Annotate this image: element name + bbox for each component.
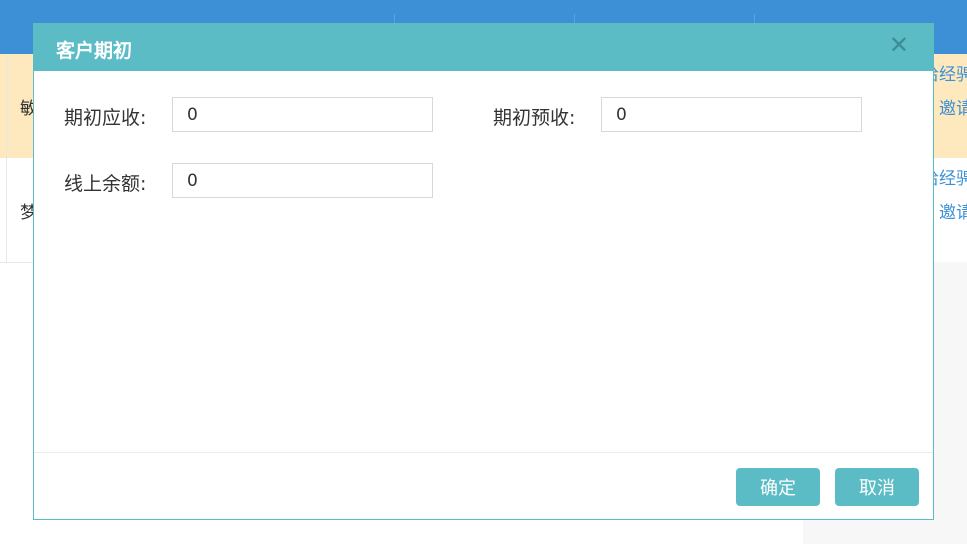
dialog-footer-divider xyxy=(34,452,933,453)
confirm-button[interactable]: 确定 xyxy=(736,468,820,506)
prepaid-label: 期初预收: xyxy=(493,107,576,129)
online-balance-input[interactable] xyxy=(172,163,433,198)
dialog-title: 客户期初 xyxy=(56,40,133,62)
customer-opening-dialog: 客户期初 ✕ 期初应收: 期初预收: 线上余额: 确定 取消 xyxy=(33,23,934,520)
receivable-input[interactable] xyxy=(172,97,433,132)
prepaid-input[interactable] xyxy=(601,97,862,132)
cancel-button[interactable]: 取消 xyxy=(835,468,919,506)
online-balance-label: 线上余额: xyxy=(64,173,147,195)
dialog-header: 客户期初 ✕ xyxy=(34,24,933,71)
row-border xyxy=(6,54,7,158)
receivable-label: 期初应收: xyxy=(64,107,147,129)
close-icon[interactable]: ✕ xyxy=(889,32,909,58)
row-border xyxy=(6,158,7,262)
